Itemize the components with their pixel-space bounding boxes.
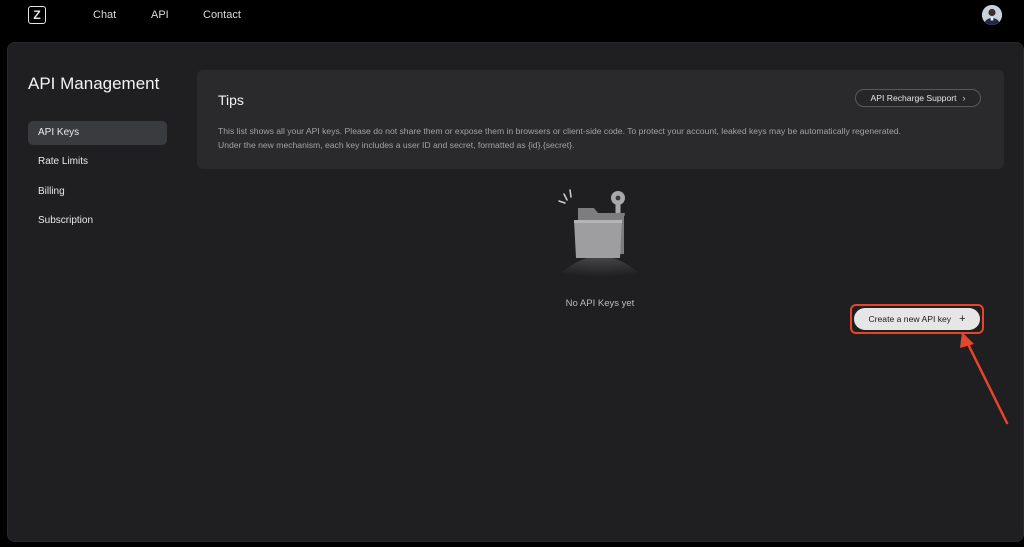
api-recharge-support-button[interactable]: API Recharge Support › <box>855 89 981 107</box>
sidebar-item-rate-limits[interactable]: Rate Limits <box>28 150 167 174</box>
tips-title: Tips <box>218 92 244 108</box>
page-title: API Management <box>28 74 160 93</box>
nav-link-api[interactable]: API <box>151 9 169 21</box>
tips-text-line-1: This list shows all your API keys. Pleas… <box>218 126 901 136</box>
nav-link-chat[interactable]: Chat <box>93 9 116 21</box>
chevron-right-icon: › <box>962 93 966 103</box>
annotation-arrow-icon <box>960 332 1009 425</box>
create-api-key-button[interactable]: Create a new API key + <box>854 308 980 330</box>
sidebar-item-subscription[interactable]: Subscription <box>28 209 167 233</box>
plus-icon: + <box>959 312 966 325</box>
sidebar-item-api-keys[interactable]: API Keys <box>28 121 167 145</box>
tips-description: This list shows all your API keys. Pleas… <box>218 124 988 152</box>
sidebar-item-billing[interactable]: Billing <box>28 180 167 204</box>
tips-card: Tips API Recharge Support › This list sh… <box>197 70 1004 169</box>
user-avatar-icon <box>982 5 1002 25</box>
logo[interactable]: Z <box>28 6 46 24</box>
top-navbar: Z Chat API Contact <box>0 0 1024 32</box>
recharge-button-label: API Recharge Support <box>870 93 957 103</box>
create-button-label: Create a new API key <box>868 314 952 324</box>
tips-text-line-2: Under the new mechanism, each key includ… <box>218 140 575 150</box>
empty-state-message: No API Keys yet <box>565 298 635 309</box>
avatar[interactable] <box>982 5 1002 25</box>
logo-letter: Z <box>33 8 41 22</box>
folder-key-icon <box>552 189 648 282</box>
nav-link-contact[interactable]: Contact <box>203 9 241 21</box>
